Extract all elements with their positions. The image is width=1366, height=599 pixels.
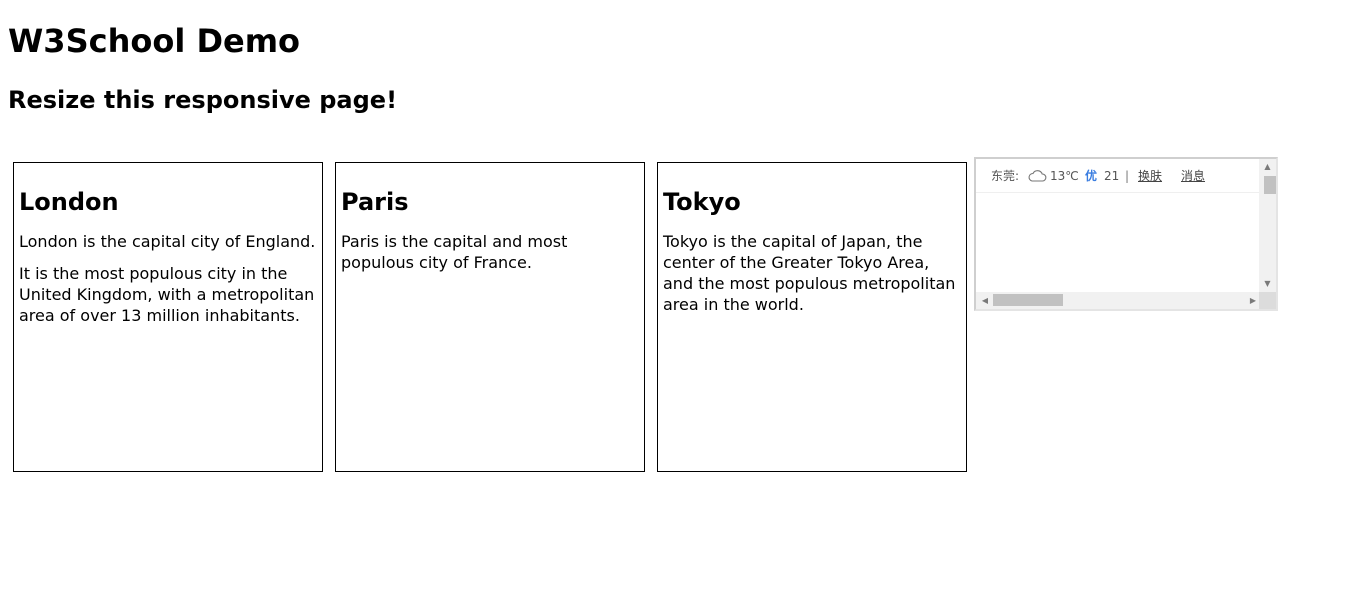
- air-quality-label[interactable]: 优: [1085, 168, 1097, 184]
- scroll-right-arrow-icon[interactable]: ▶: [1246, 292, 1260, 309]
- city-paragraph: Paris is the capital and most populous c…: [341, 232, 568, 272]
- city-paragraph: London is the capital city of England.: [19, 232, 316, 251]
- city-heading: Paris: [341, 188, 409, 216]
- city-paragraph: Tokyo is the capital of Japan, the cente…: [663, 232, 956, 314]
- separator: |: [1125, 169, 1130, 183]
- page-title: W3School Demo: [8, 22, 301, 60]
- vertical-scrollbar[interactable]: ▲ ▼: [1259, 159, 1276, 292]
- weather-temperature: 13℃: [1050, 169, 1079, 183]
- city-heading: Tokyo: [663, 188, 741, 216]
- city-card-london: London London is the capital city of Eng…: [13, 162, 323, 472]
- scroll-up-arrow-icon[interactable]: ▲: [1259, 160, 1276, 174]
- scrollbar-corner: [1259, 292, 1276, 309]
- page-subtitle: Resize this responsive page!: [8, 86, 398, 114]
- scroll-down-arrow-icon[interactable]: ▼: [1259, 277, 1276, 291]
- city-heading: London: [19, 188, 119, 216]
- horizontal-scrollbar[interactable]: ◀ ▶: [976, 292, 1260, 309]
- weather-widget-frame[interactable]: 东莞: 13℃ 优 21 | 换肤 消息 ▲ ▼ ◀ ▶: [974, 157, 1278, 311]
- weather-bar: 东莞: 13℃ 优 21 | 换肤 消息: [976, 159, 1260, 193]
- cloud-icon: [1027, 169, 1047, 187]
- vertical-scroll-thumb[interactable]: [1264, 176, 1276, 194]
- scroll-left-arrow-icon[interactable]: ◀: [978, 292, 992, 309]
- air-quality-value: 21: [1104, 169, 1120, 183]
- city-paragraph: It is the most populous city in the Unit…: [19, 264, 315, 325]
- horizontal-scroll-thumb[interactable]: [993, 294, 1063, 306]
- city-card-paris: Paris Paris is the capital and most popu…: [335, 162, 645, 472]
- city-card-tokyo: Tokyo Tokyo is the capital of Japan, the…: [657, 162, 967, 472]
- message-link[interactable]: 消息: [1181, 168, 1205, 184]
- weather-city: 东莞:: [991, 169, 1020, 183]
- skin-link[interactable]: 换肤: [1138, 168, 1162, 184]
